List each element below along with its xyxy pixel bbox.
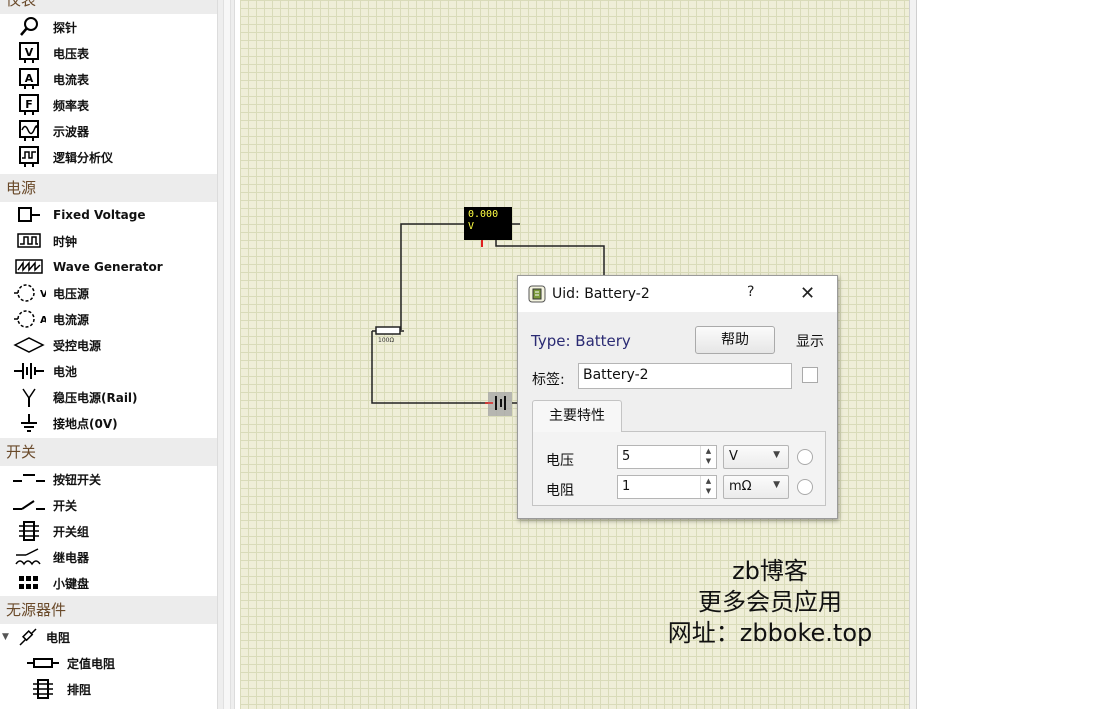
select-value: V — [729, 449, 738, 464]
spin-arrows-icon[interactable]: ▲ ▼ — [700, 446, 716, 468]
watermark-line: zb博客 — [732, 557, 808, 585]
resistor-label: 100Ω — [378, 337, 395, 344]
show-voltage-radio[interactable] — [797, 449, 813, 465]
property-row-resistance: 电阻 1 ▲ ▼ mΩ ▼ — [533, 475, 827, 501]
watermark: zb博客 更多会员应用 网址：zbboke.top — [650, 556, 890, 649]
select-value: mΩ — [729, 479, 752, 494]
property-label: 电压 — [546, 453, 574, 469]
properties-panel: 电压 5 ▲ ▼ V ▼ 电阻 1 ▲ ▼ mΩ ▼ — [532, 431, 826, 506]
show-checkbox[interactable] — [802, 367, 818, 383]
battery-properties-dialog: Uid: Battery-2 ? ✕ Type: Battery 帮助 显示 标… — [517, 275, 838, 519]
resistance-spinbox[interactable]: 1 ▲ ▼ — [617, 475, 717, 499]
chevron-down-icon: ▼ — [773, 480, 780, 490]
meter-value: 0.000 — [468, 209, 499, 220]
app-icon — [528, 285, 546, 303]
close-icon[interactable]: ✕ — [800, 283, 815, 304]
spinbox-value: 5 — [622, 449, 631, 464]
show-resistance-radio[interactable] — [797, 479, 813, 495]
dialog-titlebar[interactable]: Uid: Battery-2 ? ✕ — [518, 276, 837, 312]
show-label: 显示 — [796, 334, 824, 350]
voltmeter-display[interactable]: 0.000 V — [464, 207, 512, 240]
tab-main-properties[interactable]: 主要特性 — [532, 400, 622, 432]
watermark-line: 更多会员应用 — [698, 588, 842, 616]
help-button[interactable]: 帮助 — [695, 326, 775, 354]
battery-component[interactable] — [485, 392, 512, 416]
tag-label: 标签: — [532, 372, 565, 388]
property-label: 电阻 — [546, 483, 574, 499]
tag-input[interactable]: Battery-2 — [578, 363, 792, 389]
spin-arrows-icon[interactable]: ▲ ▼ — [700, 476, 716, 498]
dialog-title: Uid: Battery-2 — [552, 286, 650, 302]
chevron-down-icon: ▼ — [773, 450, 780, 460]
meter-unit: V — [468, 221, 475, 232]
spinbox-value: 1 — [622, 479, 631, 494]
resistor-component[interactable] — [372, 326, 404, 335]
context-help-button[interactable]: ? — [747, 284, 754, 300]
watermark-line: 网址：zbboke.top — [667, 619, 873, 647]
property-row-voltage: 电压 5 ▲ ▼ V ▼ — [533, 445, 827, 471]
voltage-unit-select[interactable]: V ▼ — [723, 445, 789, 469]
resistance-unit-select[interactable]: mΩ ▼ — [723, 475, 789, 499]
voltage-spinbox[interactable]: 5 ▲ ▼ — [617, 445, 717, 469]
component-type-label: Type: Battery — [531, 332, 631, 350]
